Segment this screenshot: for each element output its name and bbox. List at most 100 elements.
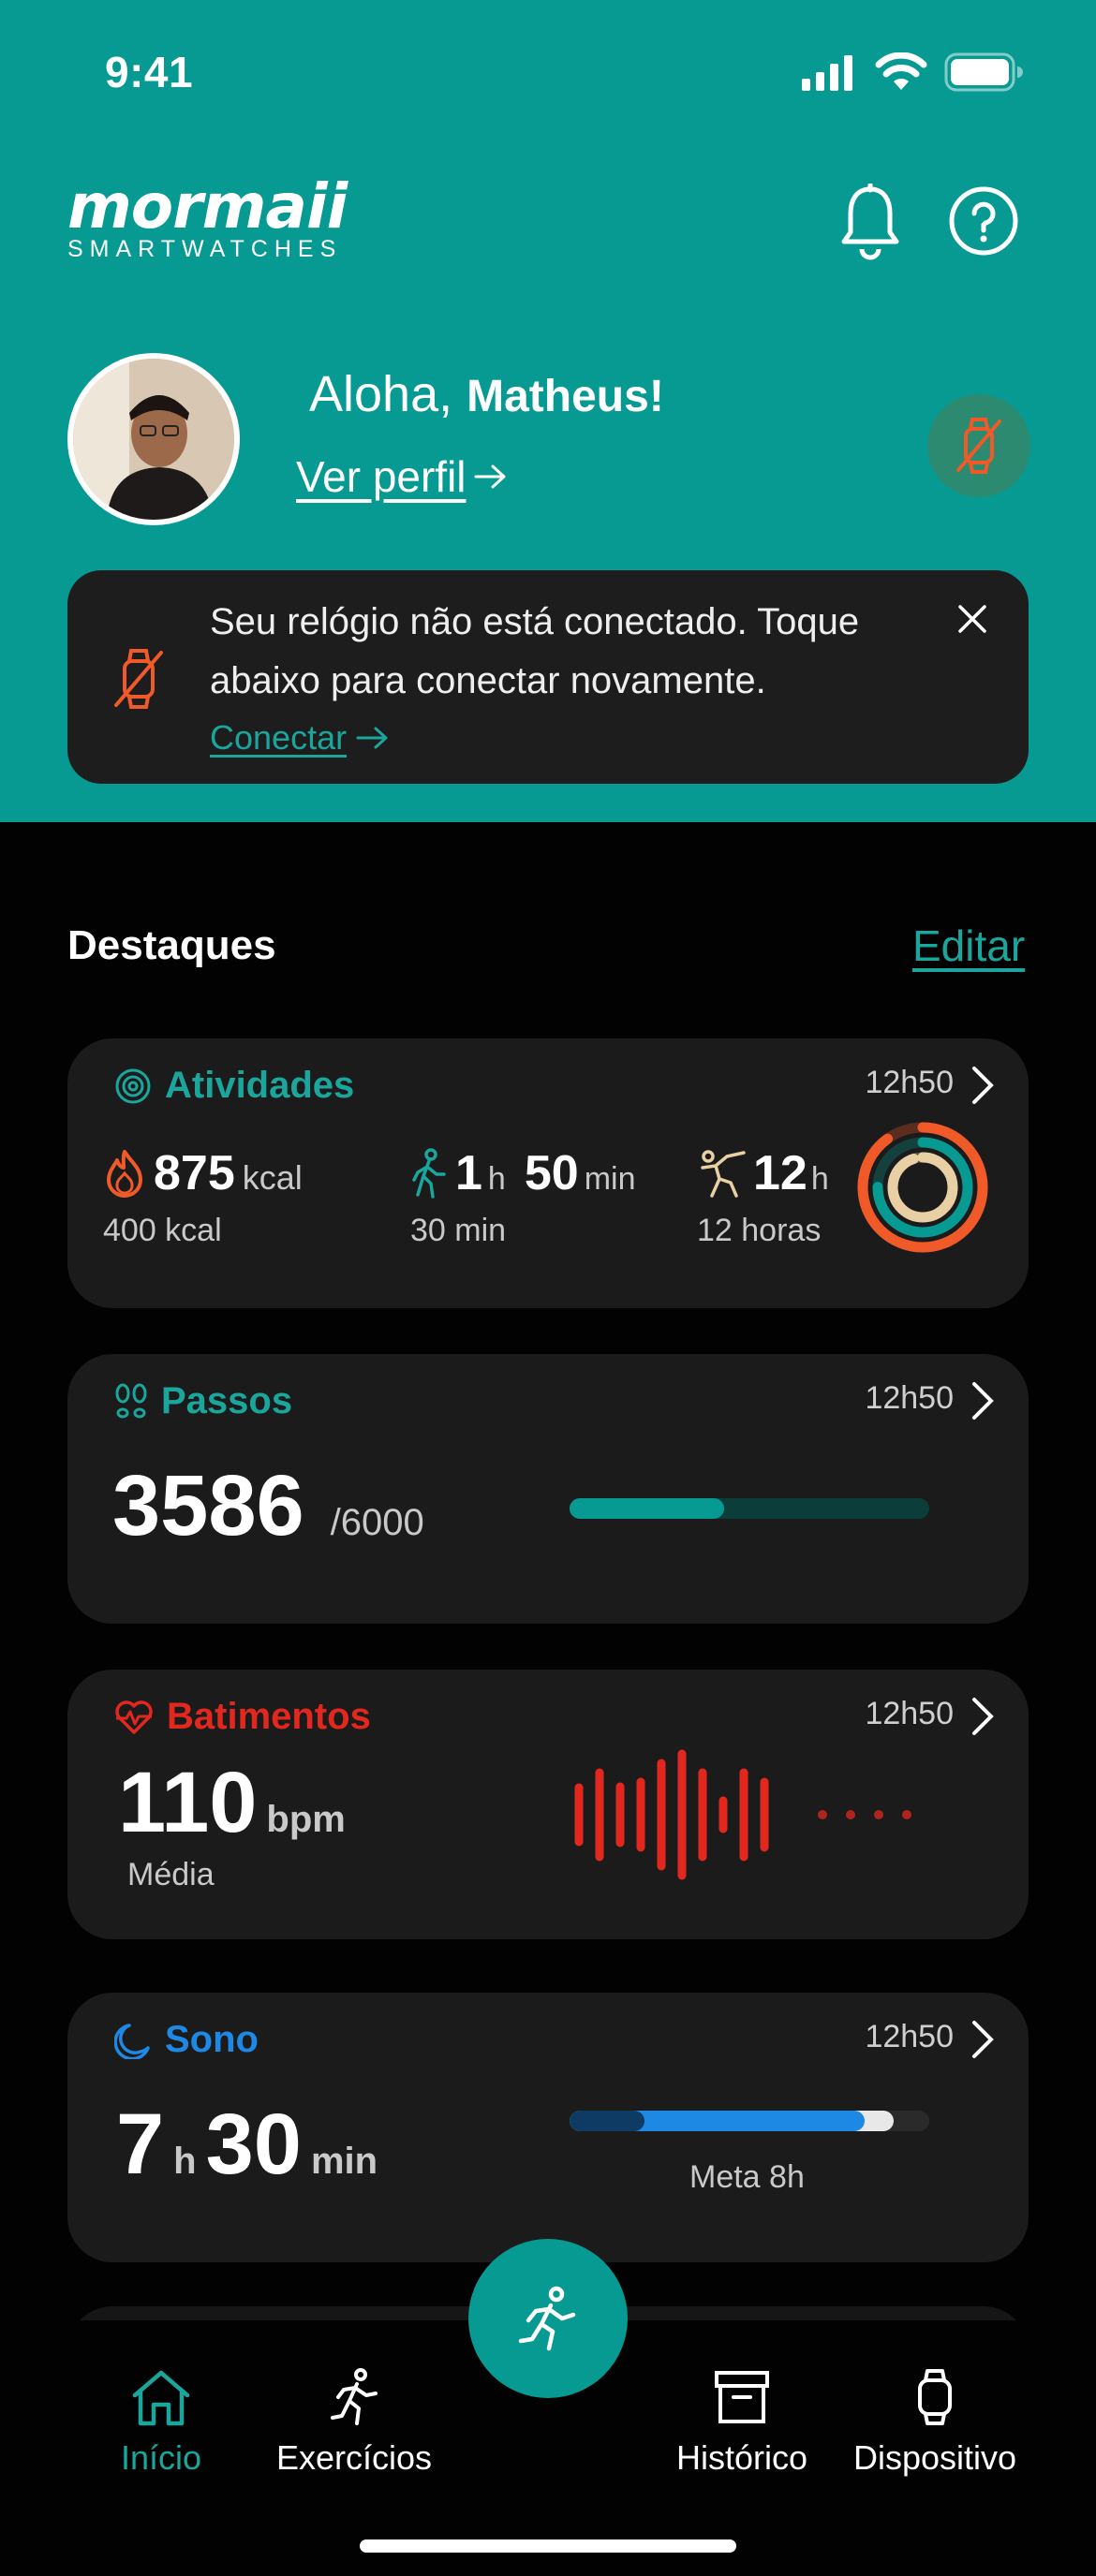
exercise-metric: 1 h 50 min [408, 1145, 635, 1201]
activities-header: Atividades [114, 1065, 354, 1107]
banner-message: Seu relógio não está conectado. Toque ab… [210, 601, 860, 701]
heart-pulse-icon [115, 1700, 153, 1734]
stand-ring [887, 1152, 958, 1223]
brand-subtitle: SMARTWATCHES [67, 236, 343, 262]
exercise-goal: 30 min [410, 1213, 507, 1248]
running-icon [518, 2286, 576, 2351]
nav-label-exercises: Exercícios [275, 2438, 433, 2477]
activities-time: 12h50 [865, 1065, 954, 1100]
arrow-right-icon [356, 727, 388, 749]
watch-off-icon [114, 649, 163, 709]
sleep-minutes-unit: min [310, 2141, 378, 2182]
status-time: 9:41 [105, 48, 194, 96]
start-workout-button[interactable] [468, 2239, 628, 2398]
battery-icon [944, 52, 1023, 92]
calories-unit: kcal [242, 1158, 303, 1197]
nav-label-history: Histórico [675, 2438, 808, 2477]
watch-disconnected-button[interactable] [927, 394, 1030, 497]
sleep-card[interactable]: Sono 12h50 7 h 30 min Meta 8h [67, 1993, 1029, 2262]
exercise-hours-unit: h [487, 1161, 506, 1197]
activity-rings [857, 1122, 988, 1253]
home-indicator [360, 2539, 736, 2553]
steps-value: 3586 [112, 1458, 304, 1553]
sleep-hours-unit: h [173, 2141, 197, 2182]
sleep-hours: 7 [116, 2097, 165, 2192]
stretching-icon [701, 1150, 746, 1198]
wave-dot [874, 1810, 883, 1819]
avatar-photo [73, 359, 234, 520]
heart-waveform [574, 1749, 911, 1880]
greeting-name: Matheus! [467, 372, 664, 421]
heart-unit: bpm [266, 1799, 346, 1840]
calories-metric: 875 kcal [103, 1145, 303, 1201]
sleep-time: 12h50 [865, 2019, 954, 2054]
steps-progress-fill [570, 1498, 725, 1519]
connection-banner[interactable]: Seu relógio não está conectado. Toque ab… [67, 570, 1029, 784]
connect-link[interactable]: Conectar [210, 718, 390, 758]
walking-icon [412, 1148, 446, 1199]
steps-title: Passos [161, 1380, 293, 1421]
chevron-right-icon [972, 1067, 994, 1104]
chevron-right-icon [972, 1382, 994, 1420]
nav-item-exercises[interactable]: Exercícios [260, 2367, 448, 2478]
view-profile-link[interactable]: Ver perfil [296, 451, 508, 502]
brand-logo: mormaii SMARTWATCHES [67, 170, 348, 263]
watch-icon [918, 2369, 952, 2425]
close-icon [958, 605, 986, 633]
home-icon [132, 2370, 190, 2426]
brand-name: mormaii [67, 170, 348, 243]
sleep-progress-start [570, 2111, 644, 2131]
nav-label-device: Dispositivo [852, 2438, 1017, 2477]
help-icon[interactable] [948, 185, 1019, 257]
fire-icon [107, 1150, 142, 1198]
bell-icon[interactable] [839, 184, 901, 260]
avatar[interactable] [67, 353, 240, 525]
running-icon [331, 2368, 378, 2425]
app-screen: 9:41 mormaii SMARTWATCHES Aloha, Matheus… [0, 0, 1096, 2576]
header: 9:41 mormaii SMARTWATCHES Aloha, Matheus… [0, 0, 1096, 822]
sleep-header: Sono [114, 2019, 259, 2061]
nav-item-history[interactable]: Histórico [648, 2367, 836, 2478]
chevron-right-icon [972, 1698, 994, 1735]
sleep-progress-track [570, 2111, 929, 2131]
wave-dot [902, 1810, 911, 1819]
edit-highlights-link[interactable]: Editar [912, 920, 1025, 971]
nav-item-device[interactable]: Dispositivo [841, 2367, 1029, 2478]
heart-label: Média [127, 1857, 215, 1892]
heart-time: 12h50 [865, 1696, 954, 1731]
heart-metric: 110 bpm [118, 1754, 346, 1852]
signal-icon [802, 55, 852, 91]
steps-goal: /6000 [330, 1502, 424, 1543]
sleep-title: Sono [165, 2019, 259, 2060]
watch-off-icon [956, 418, 1001, 474]
exercise-minutes: 50 [524, 1146, 579, 1200]
exercise-minutes-unit: min [584, 1161, 636, 1197]
rings-icon [115, 1068, 151, 1103]
view-profile-label: Ver perfil [296, 452, 467, 501]
activities-card[interactable]: Atividades 12h50 875 kcal 400 kcal 1 h 5… [67, 1038, 1029, 1308]
footprints-icon [115, 1383, 147, 1418]
moon-icon [114, 2023, 150, 2059]
heart-title: Batimentos [167, 1696, 371, 1737]
wave-dot [846, 1810, 855, 1819]
stand-value: 12 [753, 1146, 807, 1200]
nav-item-home[interactable]: Início [67, 2367, 255, 2478]
nav-label-home: Início [120, 2438, 202, 2477]
heart-rate-card[interactable]: Batimentos 12h50 110 bpm Média [67, 1670, 1029, 1939]
activities-title: Atividades [165, 1065, 355, 1106]
steps-metric: 3586 /6000 [112, 1457, 424, 1555]
highlights-title: Destaques [67, 922, 276, 968]
steps-card[interactable]: Passos 12h50 3586 /6000 [67, 1354, 1029, 1624]
calories-goal: 400 kcal [103, 1213, 222, 1248]
stand-goal: 12 horas [697, 1213, 822, 1248]
calories-value: 875 [154, 1146, 235, 1200]
heart-header: Batimentos [114, 1696, 371, 1738]
wave-dot [818, 1810, 827, 1819]
arrow-right-icon [474, 464, 506, 489]
chevron-right-icon [972, 2021, 994, 2058]
close-banner-button[interactable] [946, 593, 999, 645]
greeting-prefix: Aloha, [309, 366, 467, 422]
heart-value: 110 [118, 1755, 258, 1850]
exercise-hours: 1 [455, 1146, 482, 1200]
greeting: Aloha, Matheus! [309, 365, 664, 423]
